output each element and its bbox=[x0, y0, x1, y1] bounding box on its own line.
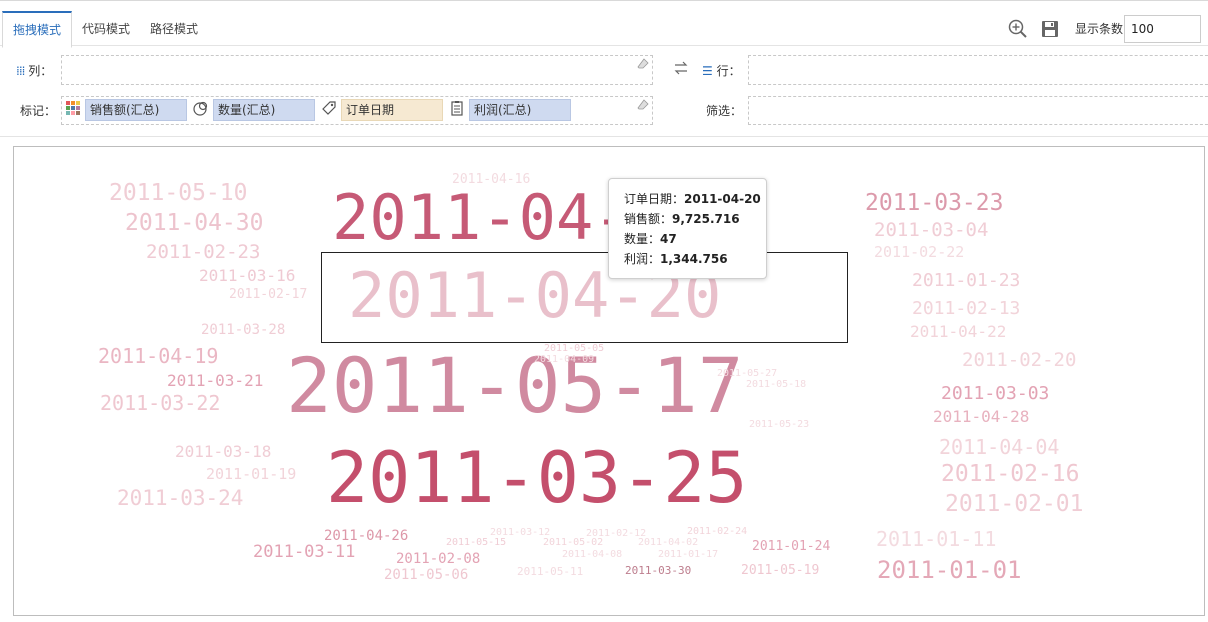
word-cloud-word[interactable]: 2011-01-24 bbox=[752, 540, 830, 553]
word-cloud-word[interactable]: 2011-01-11 bbox=[876, 529, 996, 549]
marks-shelf-label: 标记： bbox=[20, 104, 57, 118]
rows-dropzone[interactable] bbox=[748, 55, 1208, 85]
word-cloud-word[interactable]: 2011-02-13 bbox=[912, 300, 1020, 318]
word-cloud-word[interactable]: 2011-05-05 bbox=[544, 344, 604, 354]
columns-icon: ⁞⁞⁞ bbox=[16, 64, 26, 78]
clear-columns-icon[interactable] bbox=[637, 58, 649, 70]
tooltip-row-quantity: 数量：47 bbox=[624, 232, 677, 246]
tab-drag-mode[interactable]: 拖拽模式 bbox=[2, 11, 73, 48]
word-cloud-word[interactable]: 2011-03-23 bbox=[865, 192, 1003, 215]
word-cloud-word[interactable]: 2011-02-17 bbox=[229, 288, 307, 301]
rows-shelf-label: ☰ 行： bbox=[702, 64, 741, 78]
word-cloud-word[interactable]: 2011-05-23 bbox=[749, 420, 809, 430]
columns-shelf-label: ⁞⁞⁞ 列： bbox=[16, 64, 53, 78]
word-cloud-word[interactable]: 2011-05-10 bbox=[109, 182, 247, 205]
word-cloud-word[interactable]: 2011-03-24 bbox=[117, 488, 243, 509]
filter-shelf-label: 筛选： bbox=[706, 104, 743, 118]
swap-icon[interactable] bbox=[673, 60, 693, 80]
tooltip-row-date: 订单日期：2011-04-20 bbox=[624, 192, 761, 206]
marks-pill-size[interactable]: 数量(汇总) bbox=[213, 99, 315, 121]
word-cloud-word[interactable]: 2011-04-30 bbox=[125, 212, 263, 235]
word-cloud-word[interactable]: 2011-03-11 bbox=[253, 544, 355, 561]
size-icon[interactable] bbox=[193, 100, 211, 118]
clear-marks-icon[interactable] bbox=[637, 99, 649, 111]
data-tooltip: 订单日期：2011-04-20 销售额：9,725.716 数量：47 利润：1… bbox=[608, 178, 767, 279]
word-cloud-word[interactable]: 2011-02-23 bbox=[146, 243, 260, 262]
display-count-input[interactable] bbox=[1124, 15, 1201, 43]
divider bbox=[0, 136, 1208, 137]
word-cloud-word[interactable]: 2011-02-01 bbox=[945, 493, 1083, 516]
save-icon[interactable] bbox=[1040, 19, 1060, 39]
word-cloud-word[interactable]: 2011-02-22 bbox=[874, 245, 964, 260]
word-cloud-word[interactable]: 2011-02-08 bbox=[396, 552, 480, 566]
display-count-label: 显示条数 bbox=[1075, 22, 1124, 36]
word-cloud-word[interactable]: 2011-01-19 bbox=[206, 467, 296, 482]
detail-doc-icon[interactable] bbox=[449, 100, 467, 118]
zoom-in-icon[interactable] bbox=[1008, 19, 1028, 39]
word-cloud-word[interactable]: 2011-02-16 bbox=[941, 463, 1079, 486]
word-cloud-word[interactable]: 2011-05-06 bbox=[384, 568, 468, 582]
marks-pill-color[interactable]: 销售额(汇总) bbox=[85, 99, 187, 121]
word-cloud-word[interactable]: 2011-05-27 bbox=[717, 369, 777, 379]
marks-pill-detail[interactable]: 利润(汇总) bbox=[469, 99, 571, 121]
word-cloud-word[interactable]: 2011-04-16 bbox=[452, 173, 530, 186]
word-cloud-word[interactable]: 2011-04-28 bbox=[933, 409, 1029, 425]
tooltip-row-sales: 销售额：9,725.716 bbox=[624, 212, 740, 226]
word-cloud-word[interactable]: 2011-04-02 bbox=[638, 538, 698, 548]
word-cloud-word[interactable]: 2011-01-01 bbox=[877, 558, 1022, 582]
word-cloud-word[interactable]: 2011-03-21 bbox=[167, 373, 263, 389]
rows-icon: ☰ bbox=[702, 64, 713, 78]
word-cloud-word[interactable]: 2011-04-04 bbox=[939, 437, 1059, 457]
word-cloud-word[interactable]: 2011-05-18 bbox=[746, 380, 806, 390]
word-cloud-word[interactable]: 2011-04-08 bbox=[562, 550, 622, 560]
word-cloud-word[interactable]: 2011-03-18 bbox=[175, 444, 271, 460]
word-cloud-word[interactable]: 2011-01-23 bbox=[912, 272, 1020, 290]
word-cloud-word[interactable]: 2011-05-11 bbox=[517, 566, 583, 577]
selected-word-outline bbox=[321, 252, 848, 343]
word-cloud-word[interactable]: 2011-05-02 bbox=[543, 538, 603, 548]
marks-pill-label[interactable]: 订单日期 bbox=[341, 99, 443, 121]
word-cloud-word[interactable]: 2011-03-04 bbox=[874, 221, 988, 240]
word-cloud-word[interactable]: 2011-03-22 bbox=[100, 393, 220, 413]
mode-tab-bar: 拖拽模式 代码模式 路径模式 显示条数 bbox=[0, 0, 1208, 48]
word-cloud-word[interactable]: 2011-03-28 bbox=[201, 323, 285, 337]
tooltip-row-profit: 利润：1,344.756 bbox=[624, 252, 728, 266]
word-cloud-word[interactable]: 2011-02-24 bbox=[687, 527, 747, 537]
tab-code-mode[interactable]: 代码模式 bbox=[72, 13, 140, 47]
word-cloud-word[interactable]: 2011-04-19 bbox=[98, 346, 218, 366]
word-cloud-word[interactable]: 2011-03-30 bbox=[625, 565, 691, 576]
word-cloud-word[interactable]: 2011-05-19 bbox=[741, 564, 819, 577]
word-cloud-word[interactable]: 2011-04-26 bbox=[324, 529, 408, 543]
word-cloud-word[interactable]: 2011-03-03 bbox=[941, 385, 1049, 403]
word-cloud-word[interactable]: 2011-03-16 bbox=[199, 268, 295, 284]
color-grid-icon[interactable] bbox=[65, 100, 83, 118]
word-cloud-word[interactable]: 2011-04-09 bbox=[534, 355, 594, 365]
word-cloud-word[interactable]: 2011-05-15 bbox=[446, 538, 506, 548]
word-cloud-word[interactable]: 2011-05-17 bbox=[286, 348, 744, 424]
word-cloud-word[interactable]: 2011-03-25 bbox=[326, 443, 747, 513]
word-cloud-word[interactable]: 2011-02-20 bbox=[962, 351, 1076, 370]
tab-path-mode[interactable]: 路径模式 bbox=[140, 13, 208, 47]
filter-dropzone[interactable] bbox=[748, 96, 1208, 125]
word-cloud-word[interactable]: 2011-01-17 bbox=[658, 550, 718, 560]
word-cloud-word[interactable]: 2011-04-22 bbox=[910, 324, 1006, 340]
label-tag-icon[interactable] bbox=[321, 100, 339, 118]
columns-dropzone[interactable] bbox=[61, 55, 653, 85]
word-cloud-word[interactable]: 2011-02-12 bbox=[586, 529, 646, 539]
